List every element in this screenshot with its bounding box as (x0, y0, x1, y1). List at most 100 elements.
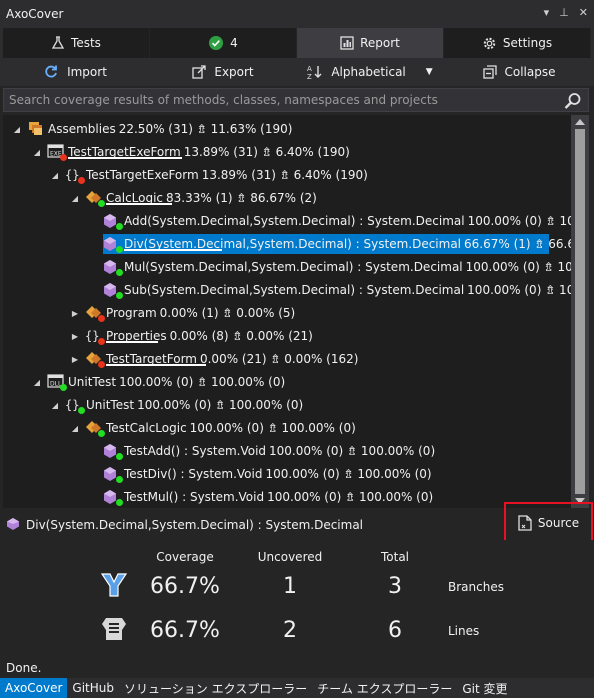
assemblies-icon (27, 121, 45, 137)
method-icon (103, 282, 123, 299)
sort-dropdown[interactable]: AZ Alphabetical ▼ (296, 58, 444, 86)
export-label: Export (214, 65, 254, 79)
tree-node-name: CalcLogic (106, 191, 172, 205)
tree-node-stats: 83.33% (1) ⇯ 86.67% (2) (166, 191, 317, 205)
namespace-icon: {} (65, 397, 85, 414)
assembly-icon: DLL (47, 374, 67, 391)
tree-node-stats: 22.50% (31) ⇯ 11.63% (190) (118, 122, 293, 136)
bottom-tab-solution-explorer[interactable]: ソリューション エクスプローラー (119, 678, 312, 698)
collapse-label: Collapse (504, 65, 556, 79)
branch-uncovered-value: 1 (283, 574, 297, 599)
export-button[interactable]: Export (150, 58, 296, 86)
tree-node-name: UnitTest (68, 375, 117, 389)
tree-scrollbar[interactable] (571, 115, 589, 508)
collapsed-arrow-icon[interactable]: ▶ (69, 355, 81, 364)
expanded-arrow-icon[interactable]: ◢ (11, 125, 23, 134)
pin-icon[interactable]: ⊥ (559, 6, 569, 19)
status-red-dot (98, 361, 105, 368)
tab-tests[interactable]: Tests (3, 28, 150, 58)
check-circle-icon (208, 35, 224, 51)
status-red-dot (60, 154, 67, 161)
collapsed-arrow-icon[interactable]: ▶ (69, 309, 81, 318)
tree-node-stats: 13.89% (31) ⇯ 6.40% (190) (183, 145, 350, 159)
branch-icon (100, 572, 128, 601)
status-green-dot (116, 453, 123, 460)
status-text: Done. (6, 661, 42, 675)
namespace-icon: {} (65, 167, 85, 184)
tree-node-method-selected[interactable]: Div(System.Decimal,System.Decimal) : Sys… (103, 234, 589, 254)
expanded-arrow-icon[interactable]: ◢ (31, 148, 43, 157)
tree-node-method[interactable]: Add(System.Decimal,System.Decimal) : Sys… (103, 211, 589, 231)
tree-node-name: Mul(System.Decimal,System.Decimal) : Sys… (124, 260, 463, 274)
expanded-arrow-icon[interactable]: ◢ (31, 378, 43, 387)
chevron-down-icon: ▼ (425, 67, 433, 77)
expanded-arrow-icon[interactable]: ◢ (69, 424, 81, 433)
bottom-tab-axocover[interactable]: AxoCover (0, 678, 68, 698)
tree-node-method[interactable]: Sub(System.Decimal,System.Decimal) : Sys… (103, 280, 589, 300)
tab-settings[interactable]: Settings (444, 28, 591, 58)
dropdown-icon[interactable]: ▾ (544, 6, 550, 19)
import-button[interactable]: Import (0, 58, 150, 86)
tree-node-method[interactable]: Mul(System.Decimal,System.Decimal) : Sys… (103, 257, 589, 277)
tab-report[interactable]: Report (297, 28, 444, 58)
tree-node-namespace[interactable]: ▶ {} Properties 0.00% (8) ⇯ 0.00% (21) (69, 326, 313, 346)
flask-icon (51, 36, 65, 50)
status-green-dot (116, 246, 123, 253)
tree-node-name: TestAdd() : System.Void (124, 444, 267, 458)
expanded-arrow-icon[interactable]: ◢ (69, 194, 81, 203)
scroll-up-icon[interactable] (575, 119, 585, 125)
bottom-tab-git-changes[interactable]: Git 変更 (457, 678, 512, 698)
gear-icon (482, 36, 497, 51)
tree-node-class[interactable]: ▶ TestTargetForm 0.00% (21) ⇯ 0.00% (162… (69, 349, 358, 369)
tree-node-method[interactable]: TestDiv() : System.Void 100.00% (0) ⇯ 10… (103, 464, 432, 484)
tree-node-name: TestCalcLogic (106, 421, 187, 435)
import-label: Import (67, 65, 107, 79)
collapsed-arrow-icon[interactable]: ▶ (69, 332, 81, 341)
sort-label: Alphabetical (331, 65, 406, 79)
expanded-arrow-icon[interactable]: ◢ (49, 401, 61, 410)
tree-node-stats: 0.00% (21) ⇯ 0.00% (162) (199, 352, 359, 366)
branch-coverage-value: 66.7% (150, 574, 220, 599)
scrollbar-thumb[interactable] (575, 129, 585, 494)
tree-node-method[interactable]: TestMul() : System.Void 100.00% (0) ⇯ 10… (103, 487, 433, 507)
coverage-summary: Coverage Uncovered Total 66.7% 1 3 Branc… (0, 540, 594, 658)
search-input[interactable] (9, 93, 549, 107)
status-green-dot (116, 223, 123, 230)
method-icon (103, 489, 123, 506)
coverage-header: Coverage (156, 550, 214, 564)
method-icon (103, 213, 123, 230)
tree-node-method[interactable]: TestAdd() : System.Void 100.00% (0) ⇯ 10… (103, 441, 435, 461)
tree-node-class[interactable]: ▶ Program 0.00% (1) ⇯ 0.00% (5) (69, 303, 295, 323)
tree-node-assembly[interactable]: ◢ EXE TestTargetExeForm 13.89% (31) ⇯ 6.… (31, 142, 350, 162)
tree-node-stats: 0.00% (1) ⇯ 0.00% (5) (159, 306, 296, 320)
svg-text:Z: Z (307, 73, 312, 80)
tree-node-class[interactable]: ◢ TestCalcLogic 100.00% (0) ⇯ 100.00% (0… (69, 418, 356, 438)
bottom-tab-github[interactable]: GitHub (67, 678, 119, 698)
tree-node-namespace[interactable]: ◢ {} TestTargetExeForm 13.89% (31) ⇯ 6.4… (49, 165, 368, 185)
search-icon[interactable] (564, 92, 582, 113)
collapse-button[interactable]: Collapse (444, 58, 594, 86)
tree-node-stats: 100.00% (0) ⇯ 100.00% (0) (137, 398, 304, 412)
bottom-tab-team-explorer[interactable]: チーム エクスプローラー (312, 678, 457, 698)
method-icon (103, 466, 123, 483)
close-icon[interactable]: ✕ (579, 6, 588, 19)
tab-test-results[interactable]: 4 (150, 28, 297, 58)
tree-node-assembly[interactable]: ◢ DLL UnitTest 100.00% (0) ⇯ 100.00% (0) (31, 372, 285, 392)
tree-node-class[interactable]: ◢ CalcLogic 83.33% (1) ⇯ 86.67% (2) (69, 188, 317, 208)
tree-node-namespace[interactable]: ◢ {} UnitTest 100.00% (0) ⇯ 100.00% (0) (49, 395, 303, 415)
tab-report-label: Report (360, 36, 400, 50)
status-green-dot (78, 407, 85, 414)
document-icon (518, 514, 532, 531)
expanded-arrow-icon[interactable]: ◢ (49, 171, 61, 180)
tree-node-name: Sub(System.Decimal,System.Decimal) : Sys… (124, 283, 465, 297)
search-box (3, 88, 589, 112)
namespace-icon: {} (85, 328, 105, 345)
source-button[interactable]: Source (504, 502, 593, 543)
status-red-dot (98, 338, 105, 345)
detail-method-name: Div(System.Decimal,System.Decimal) : Sys… (26, 518, 364, 532)
coverage-tree: ◢ Assemblies 22.50% (31) ⇯ 11.63% (190) … (3, 115, 589, 508)
lines-uncovered-value: 2 (283, 618, 297, 643)
tree-node-stats: 100.00% (0) ⇯ 100.00% (0) (189, 421, 356, 435)
lines-total-value: 6 (388, 618, 402, 643)
tree-node-assemblies[interactable]: ◢ Assemblies 22.50% (31) ⇯ 11.63% (190) (11, 119, 292, 139)
